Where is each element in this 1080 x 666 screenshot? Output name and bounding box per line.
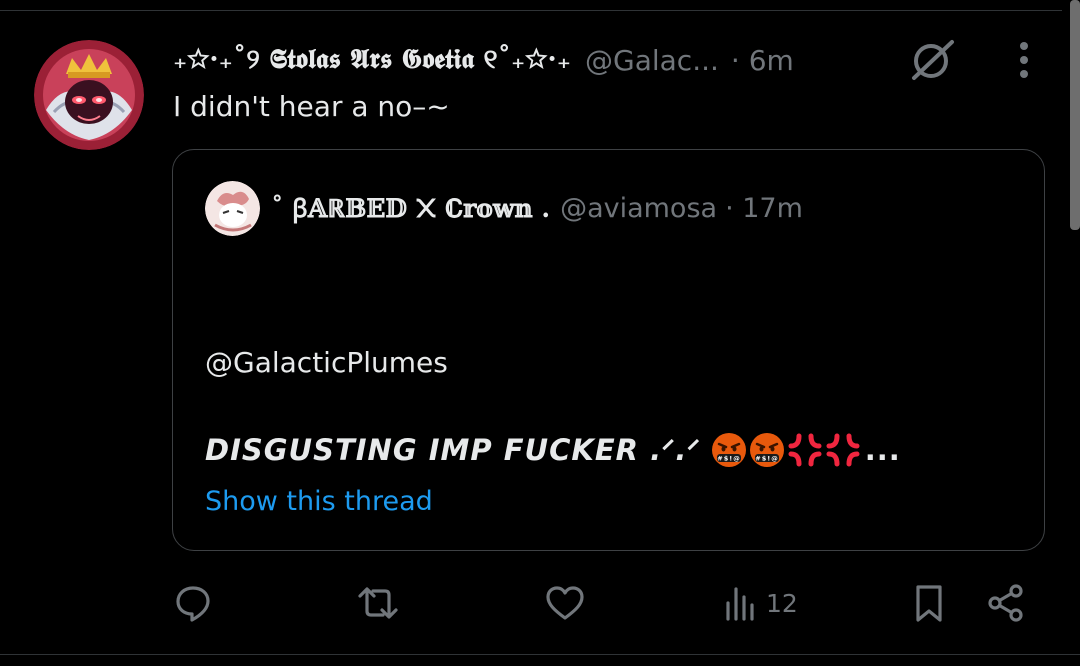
more-options-icon[interactable] bbox=[1012, 40, 1036, 82]
views-count: 12 bbox=[766, 588, 798, 618]
quoted-post-header: ˚ ꞵ𝔸ℝ𝔹𝔼𝔻 ᙭ ℂ𝕣𝕠𝕨𝕟 . @aviamosa · 17m bbox=[271, 188, 803, 228]
post-text: I didn't hear a no–~ bbox=[173, 90, 450, 123]
top-divider bbox=[0, 10, 1062, 11]
svg-text:#$!@: #$!@ bbox=[755, 455, 778, 463]
tweet-view: ₊☆·₊˚୨ 𝕾𝖙𝖔𝖑𝖆𝖘 𝕬𝖗𝖘 𝕲𝖔𝖊𝖙𝖎𝖆 ୧˚₊☆·₊ @Galac..… bbox=[0, 0, 1080, 666]
like-button[interactable] bbox=[544, 580, 586, 626]
author-display-name[interactable]: ₊☆·₊˚୨ 𝕾𝖙𝖔𝖑𝖆𝖘 𝕬𝖗𝖘 𝕲𝖔𝖊𝖙𝖎𝖆 ୧˚₊☆·₊ bbox=[173, 44, 571, 76]
post-timestamp[interactable]: · 6m bbox=[731, 44, 794, 77]
reply-button[interactable] bbox=[173, 580, 213, 626]
quoted-post-headline: DISGUSTING IMP FUCKER .ᐟ.ᐟ bbox=[205, 433, 701, 467]
retweet-button[interactable] bbox=[356, 580, 400, 626]
share-icon bbox=[988, 584, 1023, 622]
avatar-sketch-icon bbox=[205, 181, 260, 236]
author-handle[interactable]: @Galac... bbox=[585, 44, 719, 77]
anger-symbol-icon bbox=[788, 433, 822, 467]
quoted-post-ellipsis: ... bbox=[864, 433, 901, 467]
views-button[interactable]: 12 bbox=[724, 580, 798, 626]
post-header: ₊☆·₊˚୨ 𝕾𝖙𝖔𝖑𝖆𝖘 𝕬𝖗𝖘 𝕲𝖔𝖊𝖙𝖎𝖆 ୧˚₊☆·₊ @Galac..… bbox=[173, 40, 794, 80]
show-thread-link[interactable]: Show this thread bbox=[205, 486, 433, 517]
quoted-post-text: DISGUSTING IMP FUCKER .ᐟ.ᐟ #$!@ #$!@ ... bbox=[205, 432, 901, 468]
author-avatar[interactable] bbox=[34, 40, 144, 150]
bookmark-button[interactable] bbox=[910, 580, 948, 626]
svg-text:#$!@: #$!@ bbox=[717, 455, 740, 463]
quoted-author-avatar[interactable] bbox=[205, 181, 260, 236]
avatar-owl-prince-icon bbox=[34, 40, 144, 150]
quoted-post-timestamp[interactable]: · 17m bbox=[725, 193, 803, 224]
share-button[interactable] bbox=[986, 580, 1026, 626]
face-with-symbols-on-mouth-icon: #$!@ bbox=[711, 433, 746, 467]
bookmark-icon bbox=[916, 585, 942, 622]
quoted-post-emojis: #$!@ #$!@ ... bbox=[711, 432, 901, 468]
reply-icon bbox=[176, 586, 210, 622]
retweet-icon bbox=[358, 587, 398, 619]
like-icon bbox=[546, 586, 584, 620]
views-icon bbox=[726, 587, 754, 621]
quoted-author-handle[interactable]: @aviamosa bbox=[560, 193, 717, 224]
quoted-post-mention[interactable]: @GalacticPlumes bbox=[205, 346, 448, 379]
scrollbar[interactable] bbox=[1070, 0, 1080, 230]
quoted-author-display-name[interactable]: ˚ ꞵ𝔸ℝ𝔹𝔼𝔻 ᙭ ℂ𝕣𝕠𝕨𝕟 . bbox=[271, 191, 550, 225]
bottom-divider bbox=[0, 654, 1080, 655]
grok-icon[interactable] bbox=[908, 38, 956, 82]
anger-symbol-icon bbox=[826, 433, 860, 467]
quoted-post-card[interactable]: ˚ ꞵ𝔸ℝ𝔹𝔼𝔻 ᙭ ℂ𝕣𝕠𝕨𝕟 . @aviamosa · 17m @Gala… bbox=[172, 149, 1045, 551]
face-with-symbols-on-mouth-icon: #$!@ bbox=[749, 433, 784, 467]
